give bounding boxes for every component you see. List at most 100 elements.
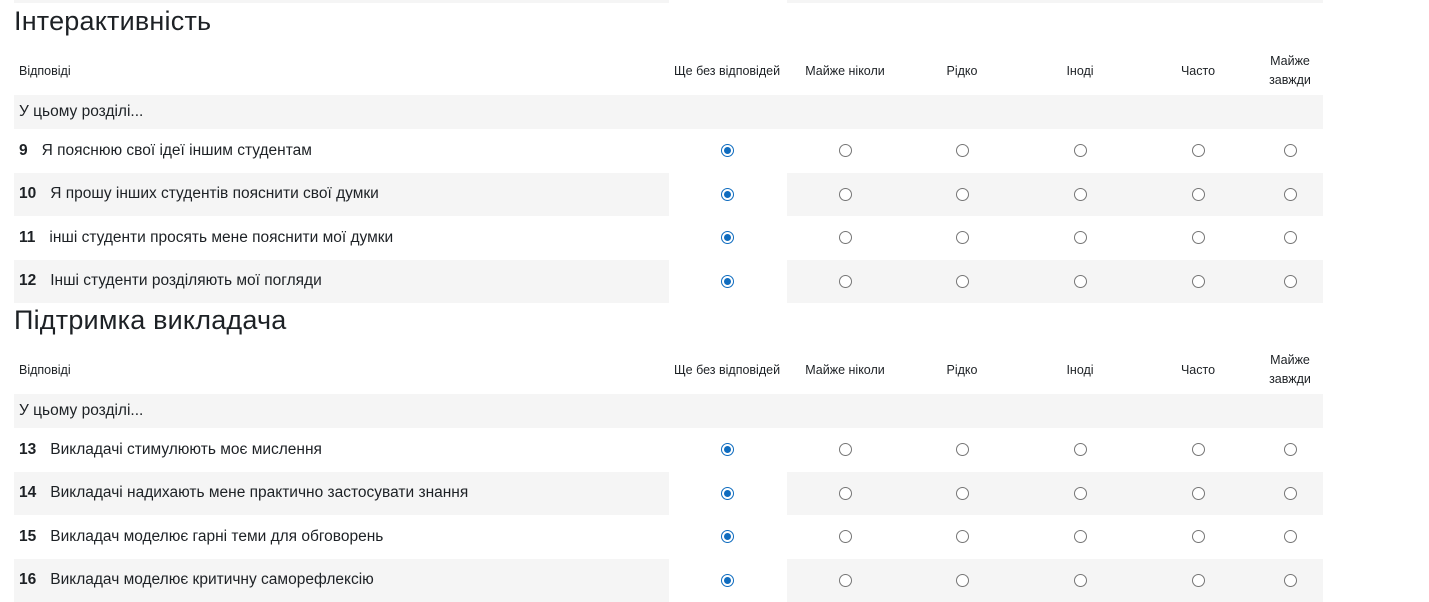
- answer-radio-option-5[interactable]: [1191, 486, 1205, 500]
- column-header-option-3: Рідко: [946, 63, 978, 78]
- answer-radio-option-4[interactable]: [1073, 530, 1087, 543]
- answer-radio-option-3[interactable]: [955, 443, 969, 456]
- column-header-option-1: Ще без відповідей: [673, 362, 781, 377]
- answer-radio-option-2[interactable]: [838, 443, 852, 456]
- answer-radio-option-4[interactable]: [1073, 573, 1087, 587]
- question-text: Викладач моделює гарні теми для обговоре…: [50, 527, 384, 545]
- question-number: 12: [19, 272, 37, 289]
- answer-radio-option-2[interactable]: [838, 573, 852, 587]
- question-label: 9 Я пояснюю свої ідеї іншим студентам: [19, 129, 312, 172]
- answer-radio-option-1[interactable]: [720, 486, 734, 500]
- column-header-option-4: Іноді: [1066, 63, 1094, 78]
- answer-radio-option-3[interactable]: [955, 187, 969, 201]
- question-text: Я прошу інших студентів пояснити свої ду…: [50, 185, 379, 202]
- answer-radio-option-3[interactable]: [955, 231, 969, 244]
- answer-radio-option-1[interactable]: [720, 231, 734, 244]
- question-number: 14: [19, 484, 37, 501]
- question-row: 15 Викладач моделює гарні теми для обгово…: [14, 515, 1323, 558]
- question-row: 13 Викладачі стимулюють моє мислення: [14, 428, 1323, 471]
- column-header-option-3: Рідко: [946, 362, 978, 377]
- column-header-option-2: Майже ніколи: [805, 362, 885, 377]
- answer-radio-option-5[interactable]: [1191, 530, 1205, 543]
- answer-radio-option-2[interactable]: [838, 144, 852, 157]
- question-text: інші студенти просять мене пояснити мої …: [49, 228, 394, 246]
- answer-radio-option-5[interactable]: [1191, 144, 1205, 157]
- row-shade-right: [787, 172, 1323, 216]
- question-label: 16 Викладач моделює критичну саморефлексі…: [19, 559, 374, 602]
- question-number: 16: [19, 571, 37, 588]
- answer-radio-option-4[interactable]: [1073, 231, 1087, 244]
- answer-radio-option-2[interactable]: [838, 187, 852, 201]
- row-shade-right: [787, 558, 1323, 602]
- answer-radio-option-6[interactable]: [1283, 144, 1297, 157]
- answer-radio-option-4[interactable]: [1073, 144, 1087, 157]
- answer-radio-option-2[interactable]: [838, 231, 852, 244]
- question-text: Викладачі стимулюють моє мислення: [50, 440, 322, 458]
- answer-radio-option-1[interactable]: [720, 530, 734, 543]
- question-number: 10: [19, 185, 37, 202]
- answer-radio-option-3[interactable]: [955, 530, 969, 543]
- question-label: 12 Інші студенти розділяють мої погляди: [19, 260, 322, 303]
- question-number: 9: [19, 141, 28, 159]
- question-label: 11 інші студенти просять мене пояснити мо…: [19, 216, 393, 259]
- column-header-option-5: Часто: [1180, 362, 1216, 377]
- answer-radio-option-5[interactable]: [1191, 443, 1205, 456]
- previous-row-strip-left: [14, 0, 669, 3]
- section-title: Інтерактивність: [14, 6, 212, 36]
- section-intro-text: У цьому розділі...: [19, 402, 144, 419]
- column-header-answers: Відповіді: [19, 63, 71, 78]
- answer-radio-option-6[interactable]: [1283, 486, 1297, 500]
- row-shade-right: [787, 259, 1323, 303]
- answer-radio-option-5[interactable]: [1191, 573, 1205, 587]
- question-label: 15 Викладач моделює гарні теми для обгово…: [19, 515, 383, 558]
- question-label: 10 Я прошу інших студентів пояснити свої …: [19, 173, 379, 216]
- column-header-answers: Відповіді: [19, 362, 71, 377]
- column-header-option-5: Часто: [1180, 63, 1216, 78]
- answer-radio-option-2[interactable]: [838, 530, 852, 543]
- column-header-row: Відповіді Ще без відповідей Майже ніколи Рі…: [14, 43, 1323, 99]
- answer-radio-option-1[interactable]: [720, 274, 734, 288]
- answer-radio-option-6[interactable]: [1283, 443, 1297, 456]
- question-number: 15: [19, 527, 37, 545]
- answer-radio-option-1[interactable]: [720, 187, 734, 201]
- column-header-option-4: Іноді: [1066, 362, 1094, 377]
- row-shade-right: [787, 471, 1323, 515]
- answer-radio-option-3[interactable]: [955, 144, 969, 157]
- answer-radio-option-5[interactable]: [1191, 187, 1205, 201]
- question-number: 13: [19, 440, 37, 458]
- question-text: Я пояснюю свої ідеї іншим студентам: [41, 141, 312, 159]
- answer-radio-option-4[interactable]: [1073, 486, 1087, 500]
- answer-radio-option-4[interactable]: [1073, 187, 1087, 201]
- answer-radio-option-5[interactable]: [1191, 274, 1205, 288]
- answer-radio-option-1[interactable]: [720, 443, 734, 456]
- answer-radio-option-6[interactable]: [1283, 187, 1297, 201]
- question-text: Викладачі надихають мене практично засто…: [50, 484, 469, 501]
- answer-radio-option-6[interactable]: [1283, 573, 1297, 587]
- answer-radio-option-3[interactable]: [955, 274, 969, 288]
- question-row: 16 Викладач моделює критичну саморефлексі…: [14, 558, 1323, 602]
- answer-radio-option-4[interactable]: [1073, 443, 1087, 456]
- answer-radio-option-1[interactable]: [720, 144, 734, 157]
- answer-radio-option-4[interactable]: [1073, 274, 1087, 288]
- section-intro-row: У цьому розділі...: [14, 95, 1323, 129]
- question-number: 11: [19, 228, 36, 246]
- question-row: 10 Я прошу інших студентів пояснити свої …: [14, 172, 1323, 216]
- answer-radio-option-6[interactable]: [1283, 231, 1297, 244]
- previous-row-strip-right: [787, 0, 1323, 3]
- answer-radio-option-1[interactable]: [720, 573, 734, 587]
- question-text: Інші студенти розділяють мої погляди: [50, 272, 322, 289]
- answer-radio-option-5[interactable]: [1191, 231, 1205, 244]
- column-header-option-6: Майже завжди: [1269, 353, 1311, 386]
- column-header-option-2: Майже ніколи: [805, 63, 885, 78]
- answer-radio-option-2[interactable]: [838, 486, 852, 500]
- answer-radio-option-6[interactable]: [1283, 274, 1297, 288]
- question-row: 14 Викладачі надихають мене практично зас…: [14, 471, 1323, 515]
- question-text: Викладач моделює критичну саморефлексію: [50, 571, 374, 588]
- answer-radio-option-3[interactable]: [955, 486, 969, 500]
- answer-radio-option-2[interactable]: [838, 274, 852, 288]
- answer-radio-option-3[interactable]: [955, 573, 969, 587]
- question-label: 14 Викладачі надихають мене практично зас…: [19, 472, 468, 515]
- column-header-row: Відповіді Ще без відповідей Майже ніколи Рі…: [14, 342, 1323, 398]
- question-row: 9 Я пояснюю свої ідеї іншим студентам: [14, 129, 1323, 172]
- answer-radio-option-6[interactable]: [1283, 530, 1297, 543]
